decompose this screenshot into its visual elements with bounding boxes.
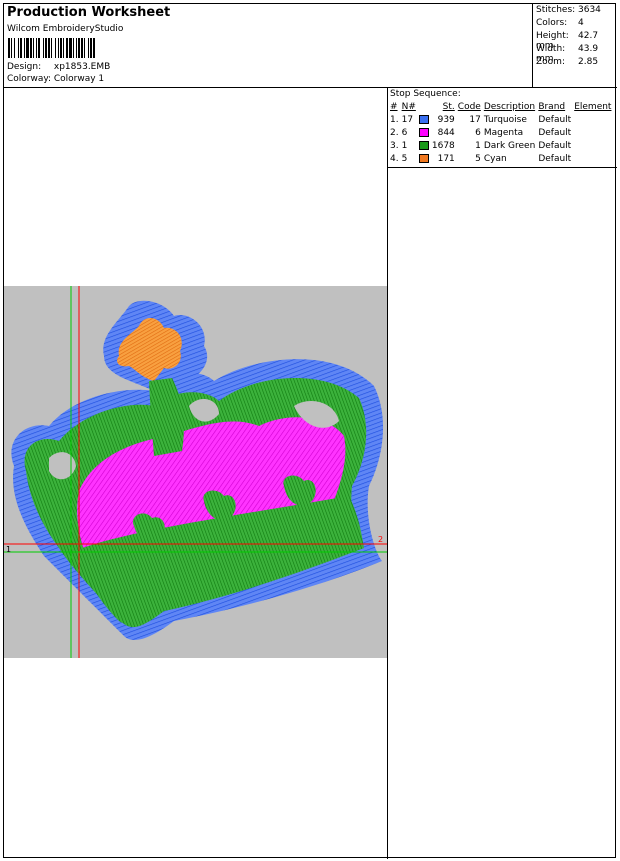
cell-element xyxy=(574,139,614,152)
header-panel: Production Worksheet Wilcom EmbroiderySt… xyxy=(4,4,533,88)
cell-stitches: 171 xyxy=(437,153,455,164)
cell-stitches: 844 xyxy=(437,127,455,138)
stat-label: Colors: xyxy=(536,18,568,28)
cell-element xyxy=(574,152,614,165)
cell-brand: Default xyxy=(538,153,572,164)
cell-code: 5 xyxy=(475,153,481,164)
cell-needle: 17 xyxy=(401,114,414,125)
cell-element xyxy=(574,113,614,126)
stop-sequence-label: Stop Sequence: xyxy=(390,89,461,99)
barcode-image xyxy=(8,38,130,58)
table-row: 4. 5 171 5 Cyan Default xyxy=(390,152,614,165)
cell-brand: Default xyxy=(538,114,572,125)
cell-description: Turquoise xyxy=(483,114,527,125)
cell-description: Magenta xyxy=(483,127,524,138)
cell-stitches: 1678 xyxy=(431,140,455,151)
color-swatch xyxy=(418,127,429,137)
table-header-row: # N# St. Code Description Brand Element xyxy=(390,100,614,113)
colorway-label: Colorway: xyxy=(7,74,52,84)
cell-needle: 5 xyxy=(401,153,408,164)
software-name: Wilcom EmbroideryStudio xyxy=(7,24,124,34)
cell-index: 1. xyxy=(390,114,399,125)
col-header: # xyxy=(390,101,398,112)
cell-code: 6 xyxy=(475,127,481,138)
guide-marker-right: 2 xyxy=(378,535,383,544)
cell-code: 17 xyxy=(469,114,481,125)
embroidery-crown-image: 1 2 xyxy=(4,286,387,658)
guide-marker-left: 1 xyxy=(6,545,11,554)
stat-value: 3634 xyxy=(578,5,601,15)
colorway-value: Colorway 1 xyxy=(53,74,105,84)
table-row: 2. 6 844 6 Magenta Default xyxy=(390,126,614,139)
cell-description: Cyan xyxy=(483,153,507,164)
panel-divider xyxy=(387,88,388,859)
colorway-row: Colorway: Colorway 1 xyxy=(7,74,104,84)
design-row: Design: xp1853.EMB xyxy=(7,62,110,72)
col-header: Element xyxy=(574,101,612,112)
stat-label: Stitches: xyxy=(536,5,576,15)
stop-sequence-panel: Stop Sequence: # N# St. Code Description… xyxy=(388,88,617,168)
col-header: Code xyxy=(457,101,481,112)
stop-sequence-table: # N# St. Code Description Brand Element … xyxy=(390,100,614,165)
stat-zoom: Zoom: 2.85 xyxy=(536,57,598,67)
color-swatch xyxy=(418,153,429,163)
col-header: Brand xyxy=(538,101,566,112)
cell-stitches: 939 xyxy=(437,114,455,125)
col-header: Description xyxy=(483,101,536,112)
cell-needle: 6 xyxy=(401,127,408,138)
page-title: Production Worksheet xyxy=(7,5,171,20)
cell-brand: Default xyxy=(538,127,572,138)
col-header: N# xyxy=(401,101,416,112)
design-value: xp1853.EMB xyxy=(53,62,111,72)
cell-description: Dark Green xyxy=(483,140,536,151)
color-swatch xyxy=(418,114,429,124)
table-row: 1. 17 939 17 Turquoise Default xyxy=(390,113,614,126)
col-header: St. xyxy=(442,101,455,112)
stat-value: 4 xyxy=(578,18,584,28)
design-preview: 1 2 xyxy=(4,286,387,658)
cell-code: 1 xyxy=(475,140,481,151)
cell-needle: 1 xyxy=(401,140,408,151)
cell-index: 2. xyxy=(390,127,399,138)
design-label: Design: xyxy=(7,62,42,72)
stats-panel: Stitches: 3634 Colors: 4 Height: 42.7 mm Wi… xyxy=(533,4,617,88)
cell-element xyxy=(574,126,614,139)
cell-brand: Default xyxy=(538,140,572,151)
table-row: 3. 1 1678 1 Dark Green Default xyxy=(390,139,614,152)
stat-label: Zoom: xyxy=(536,57,565,67)
cell-index: 4. xyxy=(390,153,399,164)
cell-index: 3. xyxy=(390,140,399,151)
stat-label: Width: xyxy=(536,44,566,54)
stat-colors: Colors: 4 xyxy=(536,18,584,28)
stat-value: 2.85 xyxy=(578,57,599,67)
stat-label: Height: xyxy=(536,31,569,41)
color-swatch xyxy=(418,140,429,150)
stat-stitches: Stitches: 3634 xyxy=(536,5,601,15)
worksheet: Production Worksheet Wilcom EmbroiderySt… xyxy=(3,3,617,859)
